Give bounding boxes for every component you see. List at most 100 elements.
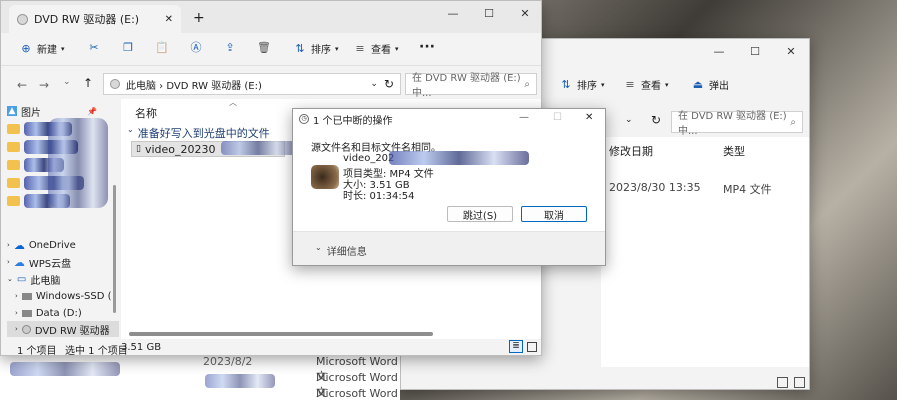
copy-icon: ❐ xyxy=(123,41,133,54)
blurred-content xyxy=(389,151,529,165)
nav-item-wps[interactable]: › ☁ WPS云盘 xyxy=(7,254,71,270)
picture-icon: ▲ xyxy=(7,106,17,116)
search-icon: ⌕ xyxy=(524,78,530,90)
view-icon: ≡ xyxy=(355,41,365,55)
status-selected: 选中 1 个项目 xyxy=(65,346,128,356)
trash-icon: 🗑 xyxy=(257,41,271,54)
share-icon: ⇪ xyxy=(225,41,235,54)
cloud-icon: ☁ xyxy=(13,255,25,269)
forward-arrow-icon[interactable]: → xyxy=(39,78,49,92)
dialog-close-button[interactable]: ✕ xyxy=(585,112,593,123)
back-sort-button[interactable]: ⇅ 排序 ▾ xyxy=(559,77,604,93)
back-file-list: 修改日期 类型 2023/8/30 13:35 MP4 文件 xyxy=(601,137,809,367)
file-icon: ▯ xyxy=(136,144,141,154)
horizontal-scrollbar[interactable] xyxy=(129,332,433,336)
col-modified-header[interactable]: 修改日期 xyxy=(609,143,653,159)
group-header[interactable]: ⌄ 准备好写入到光盘中的文件 xyxy=(127,125,270,141)
blurred-content xyxy=(48,118,108,208)
search-icon: ⌕ xyxy=(790,116,796,128)
computer-icon: ▭ xyxy=(16,273,27,285)
back-minimize-button[interactable]: — xyxy=(701,39,737,63)
dialog-duration: 时长: 01:34:54 xyxy=(343,191,415,202)
up-arrow-icon[interactable]: ↑ xyxy=(83,76,93,90)
nav-item-pictures[interactable]: ▲ 图片 📌 xyxy=(7,103,97,119)
back-arrow-icon[interactable]: ← xyxy=(17,78,27,92)
recent-dropdown-icon[interactable]: ⌄ xyxy=(63,77,71,87)
folder-icon xyxy=(7,160,20,170)
copy-button[interactable]: ❐ xyxy=(121,41,135,55)
back-refresh-icon[interactable]: ↻ xyxy=(651,113,661,127)
cancel-button[interactable]: 取消 xyxy=(521,206,587,222)
dialog-maximize-button[interactable]: ☐ xyxy=(553,112,562,123)
search-input[interactable]: 在 DVD RW 驱动器 (E:) 中... ⌕ xyxy=(405,73,537,99)
address-dropdown-icon[interactable]: ⌄ xyxy=(370,79,378,89)
cloud-icon: ☁ xyxy=(13,238,25,252)
nav-item-this-pc[interactable]: ⌄ ▭ 此电脑 xyxy=(7,271,60,287)
blurred-content xyxy=(10,362,120,376)
back-view-button[interactable]: ≡ 查看 ▾ xyxy=(623,77,668,93)
new-button[interactable]: ⊕ 新建 ▾ xyxy=(19,41,64,57)
new-tab-button[interactable]: + xyxy=(193,10,205,26)
sort-button[interactable]: ⇅ 排序 ▾ xyxy=(293,41,338,57)
disc-icon xyxy=(17,13,28,25)
delete-button[interactable]: 🗑 xyxy=(257,41,271,55)
col-type-header[interactable]: 类型 xyxy=(723,143,745,159)
sort-indicator-icon: ︿ xyxy=(229,98,237,107)
back-search-input[interactable]: 在 DVD RW 驱动器 (E:) 中... ⌕ xyxy=(671,111,803,137)
maximize-button[interactable]: ☐ xyxy=(471,1,507,25)
sort-icon: ⇅ xyxy=(561,77,571,91)
more-button[interactable]: ··· xyxy=(419,39,435,55)
close-tab-icon[interactable]: ✕ xyxy=(165,14,173,25)
status-item-count: 1 个项目 xyxy=(17,346,57,356)
back-dropdown-icon[interactable]: ⌄ xyxy=(625,115,633,125)
sort-icon: ⇅ xyxy=(295,41,305,55)
back-tiles-view-icon[interactable] xyxy=(794,377,805,388)
minimize-button[interactable]: — xyxy=(435,1,471,25)
paste-button[interactable]: 📋 xyxy=(155,41,169,55)
drive-icon xyxy=(21,309,32,317)
nav-item-data-d[interactable]: › Data (D:) xyxy=(15,305,82,321)
plus-circle-icon: ⊕ xyxy=(21,41,31,55)
folder-icon xyxy=(7,124,20,134)
background-file-list: 2023/8/2 Microsoft Word 文 Microsoft Word… xyxy=(0,352,400,400)
nav-scrollbar[interactable] xyxy=(113,185,116,313)
nav-item-windows-ssd[interactable]: › Windows-SSD ( xyxy=(15,288,112,304)
eject-icon: ⏏ xyxy=(692,77,704,91)
row-date: 2023/8/30 13:35 xyxy=(609,181,701,194)
dialog-minimize-button[interactable]: — xyxy=(519,112,529,123)
column-header-name[interactable]: 名称 xyxy=(135,105,157,121)
close-button[interactable]: ✕ xyxy=(507,1,541,25)
pin-icon: 📌 xyxy=(87,106,97,116)
tab-dvd-drive[interactable]: DVD RW 驱动器 (E:) ✕ xyxy=(9,5,181,33)
folder-icon xyxy=(7,196,20,206)
clock-icon: ◷ xyxy=(299,114,309,124)
back-eject-button[interactable]: ⏏ 弹出 xyxy=(691,77,729,93)
back-maximize-button[interactable]: ☐ xyxy=(737,39,773,63)
refresh-icon[interactable]: ↻ xyxy=(384,77,394,91)
drive-icon xyxy=(21,292,32,300)
toolbar-divider xyxy=(1,65,541,66)
nav-item-onedrive[interactable]: › ☁ OneDrive xyxy=(7,237,76,253)
folder-icon xyxy=(7,178,20,188)
breadcrumb: 此电脑 › DVD RW 驱动器 (E:) xyxy=(126,80,262,92)
row-type: MP4 文件 xyxy=(723,183,772,196)
status-size: 3.51 GB xyxy=(121,342,162,353)
view-button[interactable]: ≡ 查看 ▾ xyxy=(353,41,398,57)
back-close-button[interactable]: ✕ xyxy=(773,39,809,63)
tiles-view-icon[interactable] xyxy=(527,342,537,352)
interrupted-operation-dialog: ◷ 1 个已中断的操作 — ☐ ✕ 源文件名和目标文件名相同。 video_20… xyxy=(292,108,606,266)
share-button[interactable]: ⇪ xyxy=(223,41,237,55)
cut-button[interactable]: ✂ xyxy=(87,41,101,55)
details-toggle[interactable]: ⌄ 详细信息 xyxy=(315,243,367,258)
skip-button[interactable]: 跳过(S) xyxy=(447,206,513,222)
rename-button[interactable]: Ⓐ xyxy=(189,41,203,55)
details-view-icon[interactable]: ≣ xyxy=(509,340,523,353)
view-icon: ≡ xyxy=(625,77,635,91)
rename-icon: Ⓐ xyxy=(190,41,202,54)
chevron-down-icon: ⌄ xyxy=(315,243,322,252)
nav-item-dvd-rw[interactable]: › DVD RW 驱动器 xyxy=(7,321,119,337)
back-details-view-icon[interactable] xyxy=(777,377,788,388)
list-item: Microsoft Word 文 xyxy=(316,387,398,400)
disc-icon xyxy=(110,79,120,89)
address-bar[interactable]: 此电脑 › DVD RW 驱动器 (E:) ⌄ ↻ xyxy=(103,73,401,95)
